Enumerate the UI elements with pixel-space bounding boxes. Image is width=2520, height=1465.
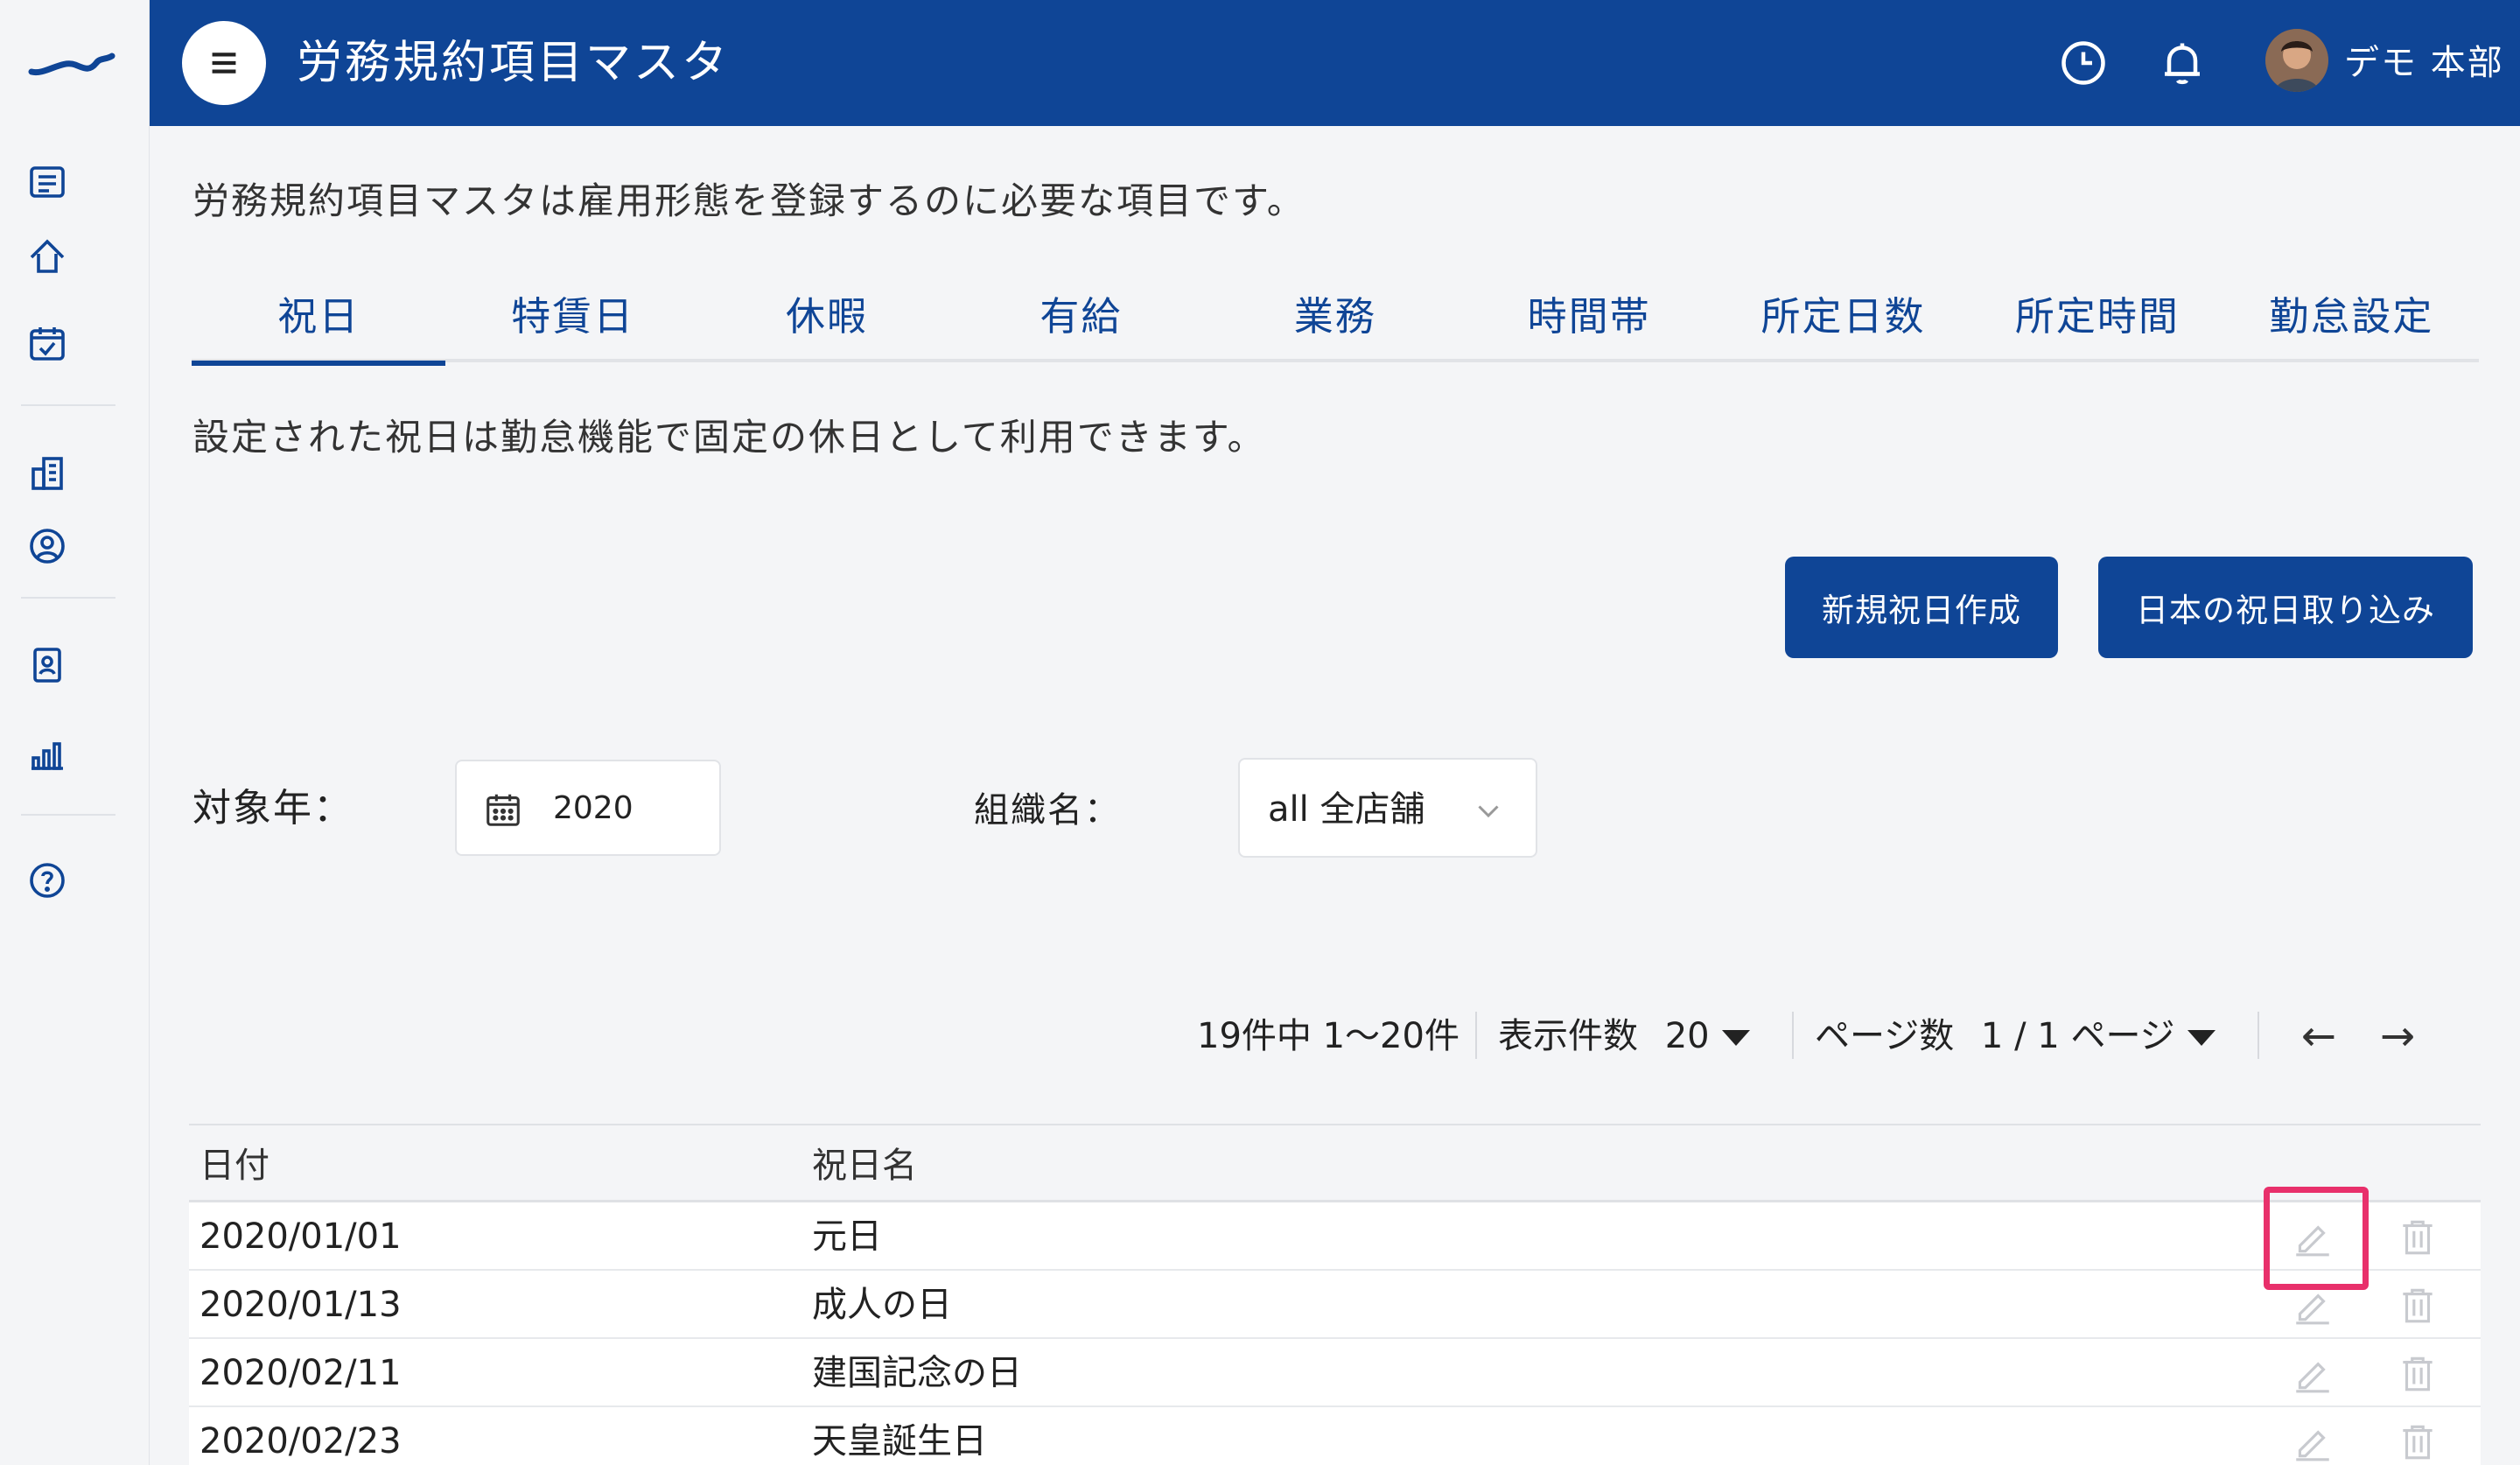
prev-page-button[interactable]: ←	[2292, 1005, 2345, 1068]
org-value: all 全店舗	[1268, 789, 1425, 830]
bell-icon[interactable]	[2154, 35, 2210, 91]
caret-down-icon	[1721, 1030, 1750, 1046]
intro-text: 労務規約項目マスタは雇用形態を登録するのに必要な項目です。	[192, 179, 1306, 222]
table-row: 2020/01/01 元日	[189, 1202, 2481, 1271]
per-page-label: 表示件数	[1498, 1016, 1638, 1056]
holiday-table: 日付 祝日名 2020/01/01 元日 2020/01/13 成人の日 202…	[189, 1124, 2481, 1465]
id-badge-icon[interactable]	[23, 641, 72, 690]
table-row: 2020/01/13 成人の日	[189, 1271, 2481, 1339]
pager-divider	[2258, 1012, 2259, 1059]
caret-down-icon	[2187, 1030, 2216, 1046]
hamburger-icon	[212, 53, 236, 74]
new-holiday-button[interactable]: 新規祝日作成	[1785, 557, 2058, 658]
sidebar-divider	[21, 404, 116, 406]
home-icon[interactable]	[23, 233, 72, 282]
table-header: 日付 祝日名	[189, 1124, 2481, 1202]
avatar[interactable]	[2265, 29, 2328, 92]
bar-chart-icon[interactable]	[23, 730, 72, 779]
page-select[interactable]: ページ数 1 / 1 ページ	[1815, 1005, 2216, 1068]
tab-attendance-settings[interactable]: 勤怠設定	[2224, 284, 2478, 362]
row-holiday-name: 成人の日	[812, 1285, 952, 1325]
building-icon[interactable]	[23, 448, 72, 497]
tab-holiday[interactable]: 祝日	[192, 284, 446, 366]
page-value: 1 / 1 ページ	[1980, 1016, 2175, 1056]
tab-time-slot[interactable]: 時間帯	[1462, 284, 1716, 362]
column-header-date: 日付	[200, 1146, 270, 1186]
trash-icon[interactable]	[2396, 1283, 2440, 1327]
per-page-select[interactable]: 表示件数 20	[1498, 1005, 1750, 1068]
user-circle-icon[interactable]	[23, 522, 72, 571]
edit-icon[interactable]	[2291, 1351, 2334, 1395]
import-japan-holidays-button[interactable]: 日本の祝日取り込み	[2098, 557, 2473, 658]
tab-description: 設定された祝日は勤怠機能で固定の休日として利用できます。	[192, 416, 1266, 459]
row-date: 2020/01/01	[200, 1216, 402, 1257]
user-name[interactable]: デモ 本部	[2344, 40, 2504, 86]
sidebar	[0, 0, 150, 1465]
year-picker[interactable]: 2020	[455, 760, 721, 856]
trash-icon[interactable]	[2396, 1419, 2440, 1463]
column-header-name: 祝日名	[812, 1146, 917, 1186]
edit-icon[interactable]	[2291, 1419, 2334, 1463]
per-page-value: 20	[1664, 1016, 1710, 1056]
page-title: 労務規約項目マスタ	[297, 37, 731, 89]
row-holiday-name: 天皇誕生日	[812, 1421, 987, 1461]
help-icon[interactable]	[23, 856, 72, 905]
next-page-button[interactable]: →	[2371, 1005, 2424, 1068]
tab-work[interactable]: 業務	[1208, 284, 1462, 362]
highlight-box	[2264, 1187, 2369, 1290]
trash-icon[interactable]	[2396, 1351, 2440, 1395]
menu-button[interactable]	[182, 21, 266, 105]
page-label: ページ数	[1815, 1016, 1955, 1056]
logo	[28, 53, 116, 76]
tab-paid-leave[interactable]: 有給	[954, 284, 1208, 362]
tab-special-wage-day[interactable]: 特賃日	[445, 284, 699, 362]
result-summary: 19件中 1〜20件	[1197, 1016, 1460, 1056]
year-value: 2020	[553, 790, 634, 826]
tab-bar: 祝日 特賃日 休暇 有給 業務 時間帯 所定日数 所定時間 勤怠設定	[192, 284, 2479, 366]
list-icon[interactable]	[23, 158, 72, 207]
sidebar-divider	[21, 597, 116, 599]
pager-divider	[1792, 1012, 1794, 1059]
row-holiday-name: 建国記念の日	[812, 1353, 1022, 1393]
calendar-check-icon[interactable]	[23, 319, 72, 368]
row-date: 2020/02/11	[200, 1353, 402, 1393]
sidebar-divider	[21, 814, 116, 816]
table-row: 2020/02/23 天皇誕生日	[189, 1407, 2481, 1465]
trash-icon[interactable]	[2396, 1215, 2440, 1258]
tab-leave[interactable]: 休暇	[700, 284, 954, 362]
calendar-icon	[486, 794, 520, 826]
tab-scheduled-hours[interactable]: 所定時間	[1970, 284, 2224, 362]
app-header: 労務規約項目マスタ デモ 本部	[150, 0, 2520, 126]
row-date: 2020/02/23	[200, 1421, 402, 1461]
org-label: 組織名：	[974, 790, 1121, 831]
year-label: 対象年：	[192, 786, 354, 831]
tab-scheduled-days[interactable]: 所定日数	[1716, 284, 1970, 362]
org-select[interactable]: all 全店舗	[1238, 758, 1537, 858]
row-date: 2020/01/13	[200, 1285, 402, 1325]
table-row: 2020/02/11 建国記念の日	[189, 1339, 2481, 1407]
clock-icon[interactable]	[2055, 35, 2111, 91]
pager-divider	[1475, 1012, 1477, 1059]
row-holiday-name: 元日	[812, 1216, 882, 1257]
chevron-down-icon	[1478, 805, 1499, 818]
